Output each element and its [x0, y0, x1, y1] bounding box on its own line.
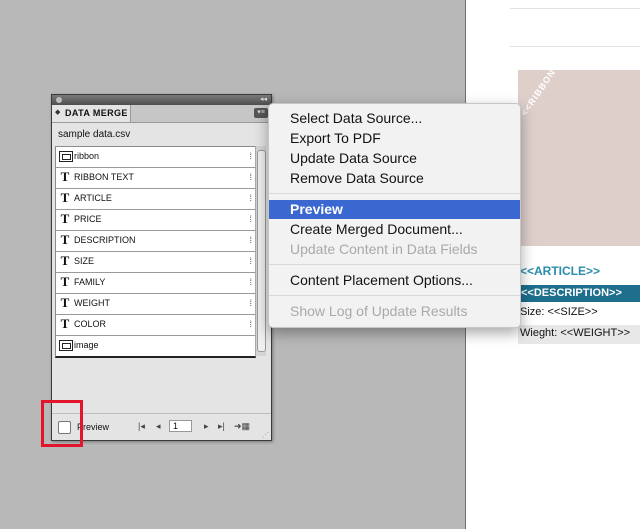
field-label: DESCRIPTION: [74, 235, 136, 245]
field-tick: ⁞: [249, 256, 252, 266]
first-record-icon[interactable]: |◂: [138, 421, 145, 432]
panel-menu-button[interactable]: ▾≡: [254, 108, 268, 118]
field-tick: ⁞: [249, 298, 252, 308]
menu-item-preview[interactable]: Preview: [290, 201, 343, 217]
data-source-name: sample data.csv: [58, 129, 131, 140]
field-row[interactable]: T ARTICLE ⁞: [56, 189, 255, 210]
field-label: RIBBON TEXT: [74, 172, 134, 182]
tab-data-merge[interactable]: ◆ DATA MERGE: [52, 105, 131, 122]
create-merged-document-icon[interactable]: ➜▦: [234, 421, 250, 432]
menu-item-update-content: Update Content in Data Fields: [290, 241, 478, 257]
field-row[interactable]: T WEIGHT ⁞: [56, 294, 255, 315]
text-field-icon: T: [60, 169, 70, 184]
menu-item-export-to-pdf[interactable]: Export To PDF: [290, 130, 381, 146]
panel-footer: Preview |◂ ◂ 1 ▸ ▸| ➜▦ ⋰: [52, 413, 271, 441]
field-row[interactable]: ribbon ⁞: [56, 147, 255, 168]
field-row[interactable]: T COLOR ⁞: [56, 315, 255, 336]
article-placeholder: <<ARTICLE>>: [520, 264, 601, 278]
image-field-icon: [59, 340, 73, 351]
menu-separator: [269, 264, 520, 265]
menu-separator: [269, 295, 520, 296]
field-label: PRICE: [74, 214, 102, 224]
size-placeholder: Size: <<SIZE>>: [520, 306, 598, 318]
text-field-icon: T: [60, 295, 70, 310]
menu-item-update-data-source[interactable]: Update Data Source: [290, 150, 417, 166]
page-rule: [510, 46, 640, 47]
panel-tab-strip: ◆ DATA MERGE: [52, 105, 271, 123]
field-tick: ⁞: [249, 214, 252, 224]
text-field-icon: T: [60, 253, 70, 268]
field-row[interactable]: T PRICE ⁞: [56, 210, 255, 231]
field-tick: ⁞: [249, 319, 252, 329]
panel-title-bar[interactable]: ◂◂: [52, 95, 271, 105]
panel-menu: Select Data Source... Export To PDF Upda…: [268, 103, 521, 328]
text-field-icon: T: [60, 190, 70, 205]
field-list: ribbon ⁞ T RIBBON TEXT ⁞ T ARTICLE ⁞ T P…: [55, 146, 256, 358]
record-number-field[interactable]: 1: [169, 420, 192, 432]
menu-item-select-data-source[interactable]: Select Data Source...: [290, 110, 422, 126]
field-list-scrollbar[interactable]: [255, 146, 266, 356]
field-tick: ⁞: [249, 172, 252, 182]
highlight-box: [41, 400, 83, 447]
field-row[interactable]: T SIZE ⁞: [56, 252, 255, 273]
field-tick: ⁞: [249, 193, 252, 203]
menu-separator: [269, 193, 520, 194]
tab-arrows-icon: ◆: [55, 109, 61, 116]
field-tick: ⁞: [249, 277, 252, 287]
text-field-icon: T: [60, 211, 70, 226]
menu-item-show-log: Show Log of Update Results: [290, 303, 468, 319]
field-row[interactable]: T FAMILY ⁞: [56, 273, 255, 294]
field-label: WEIGHT: [74, 298, 110, 308]
field-row[interactable]: T RIBBON TEXT ⁞: [56, 168, 255, 189]
field-tick: ⁞: [249, 235, 252, 245]
field-label: ARTICLE: [74, 193, 112, 203]
field-row[interactable]: T DESCRIPTION ⁞: [56, 231, 255, 252]
menu-item-remove-data-source[interactable]: Remove Data Source: [290, 170, 424, 186]
field-label: COLOR: [74, 319, 107, 329]
text-field-icon: T: [60, 232, 70, 247]
collapse-icon[interactable]: ◂◂: [260, 95, 267, 103]
resize-grip-icon[interactable]: ⋰: [262, 431, 269, 439]
text-field-icon: T: [60, 316, 70, 331]
field-row[interactable]: image: [56, 336, 255, 356]
last-record-icon[interactable]: ▸|: [218, 421, 225, 432]
close-icon[interactable]: [56, 97, 62, 103]
scroll-thumb[interactable]: [257, 150, 266, 352]
description-placeholder: <<DESCRIPTION>>: [521, 287, 622, 299]
field-label: FAMILY: [74, 277, 106, 287]
page-rule: [510, 8, 640, 9]
previous-record-icon[interactable]: ◂: [156, 421, 161, 432]
text-field-icon: T: [60, 274, 70, 289]
field-label: SIZE: [74, 256, 95, 266]
menu-item-content-placement-options[interactable]: Content Placement Options...: [290, 272, 473, 288]
panel-title: DATA MERGE: [65, 108, 128, 118]
image-field-icon: [59, 151, 73, 162]
field-label: ribbon: [74, 151, 100, 161]
field-label: image: [74, 340, 99, 350]
data-merge-panel: ◂◂ ◆ DATA MERGE ▾≡ sample data.csv ribbo…: [51, 94, 272, 441]
menu-item-create-merged-document[interactable]: Create Merged Document...: [290, 221, 463, 237]
field-tick: ⁞: [249, 151, 252, 161]
weight-placeholder: Wieght: <<WEIGHT>>: [520, 327, 631, 339]
next-record-icon[interactable]: ▸: [204, 421, 209, 432]
